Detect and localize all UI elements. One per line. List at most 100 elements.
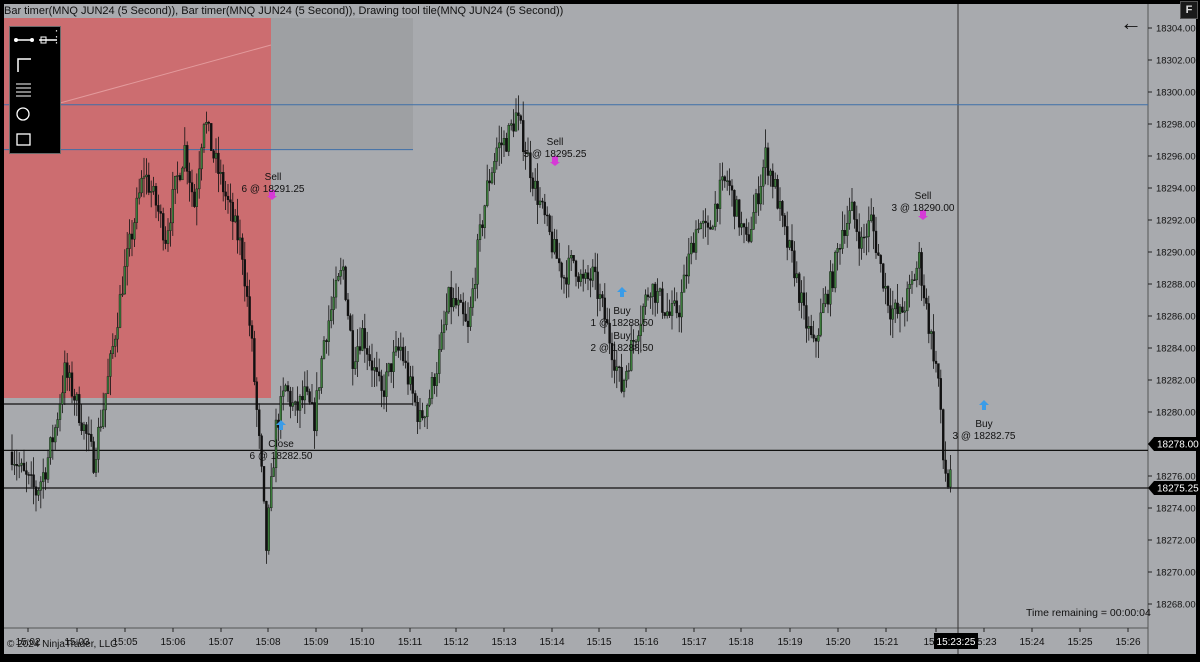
ellipse-tool-icon[interactable] [13,104,35,124]
candle-body [553,239,556,253]
candle-body [850,201,854,211]
candle-body [862,236,866,239]
candle-body [30,474,33,476]
corner-line-tool-icon[interactable] [13,54,35,74]
trade-detail: 3 @ 18282.75 [953,431,1016,442]
candle-body [891,308,894,320]
candle-body [346,299,350,316]
candle-body [855,219,858,232]
candle-body [901,306,904,313]
candle-body [394,346,398,353]
trade-label: Buy [613,331,630,342]
candle-body [289,390,292,407]
candle-body [690,242,693,255]
candle-body [531,177,534,189]
candle-body [589,278,592,281]
candle-body [889,305,892,320]
candle-body [488,180,491,184]
line-tool-icon[interactable] [13,30,35,50]
trade-label: Sell [915,191,932,202]
candle-body [781,201,784,216]
time-tick-label: 15:15 [586,637,611,648]
candle-body [20,462,23,466]
candle-body [32,474,35,488]
candle-body [615,366,618,371]
candle-body [75,394,79,401]
candle-body [879,255,882,264]
candle-body [867,220,870,237]
candle-body [560,262,563,278]
price-tick-label: 18290.00 [1156,248,1196,259]
candle-body [442,324,446,333]
candle-body [310,402,314,404]
candle-body [169,222,172,231]
candle-body [541,200,544,203]
candle-body [786,226,789,248]
candle-body [735,199,738,217]
candle-body [812,334,815,339]
candle-body [61,392,64,405]
candle-body [382,390,386,397]
trade-detail: 3 @ 18290.00 [892,203,955,214]
candle-body [447,287,450,313]
back-arrow-icon[interactable]: ← [1118,10,1144,36]
candle-body [853,201,856,220]
time-tick-label: 15:17 [681,637,706,648]
candle-body [13,464,16,466]
candle-body [478,224,482,241]
candle-body [886,286,890,306]
chart-canvas[interactable]: 18304.00 18302.00 18300.00 18298.00 18296.00… [0,0,1200,662]
candle-body [178,175,182,181]
candle-body [778,201,782,209]
candle-body [601,294,604,299]
candle-body [757,193,760,205]
candle-body [421,410,424,419]
candle-body [56,419,59,428]
candle-body [370,360,374,371]
candle-body [185,145,189,172]
candle-body [548,215,551,233]
candle-body [113,338,117,347]
candle-body [193,191,196,207]
candle-body [354,361,357,369]
candle-body [130,233,134,240]
f-badge[interactable]: F [1180,1,1198,19]
candle-body [344,266,347,300]
candle-body [22,462,26,471]
toolbar-more-icon[interactable]: · · · [52,24,61,48]
candle-body [685,274,688,277]
horizontal-lines-tool-icon[interactable] [13,79,35,99]
candle-body [918,252,921,269]
trade-detail: 1 @ 18288.50 [591,318,654,329]
candle-body [10,451,14,465]
candle-body [699,223,702,230]
candle-body [164,239,167,244]
candle-body [469,307,472,327]
price-marker-label: 18275.25 [1157,484,1199,495]
candle-body [375,367,378,373]
price-tick-label: 18280.00 [1156,408,1196,419]
candle-body [476,239,479,285]
candle-body [572,255,575,262]
candle-body [848,210,851,224]
candle-body [423,416,426,419]
rectangle-tool-icon[interactable] [13,129,35,149]
candle-body [637,335,640,342]
candle-body [716,203,719,209]
candle-body [298,396,302,411]
candle-body [538,200,542,205]
price-marker-label: 18278.00 [1157,440,1199,451]
candle-body [183,145,187,169]
candle-body [502,137,506,146]
candle-body [546,214,549,217]
candle-body [567,257,570,285]
candle-body [133,222,136,240]
price-tick-label: 18302.00 [1156,56,1196,67]
candle-body [334,279,338,298]
candle-body [161,213,165,241]
candle-body [555,239,558,259]
time-tick-label: 15:06 [160,637,185,648]
candle-body [745,226,748,235]
candle-body [255,381,259,410]
candle-body [517,112,520,116]
